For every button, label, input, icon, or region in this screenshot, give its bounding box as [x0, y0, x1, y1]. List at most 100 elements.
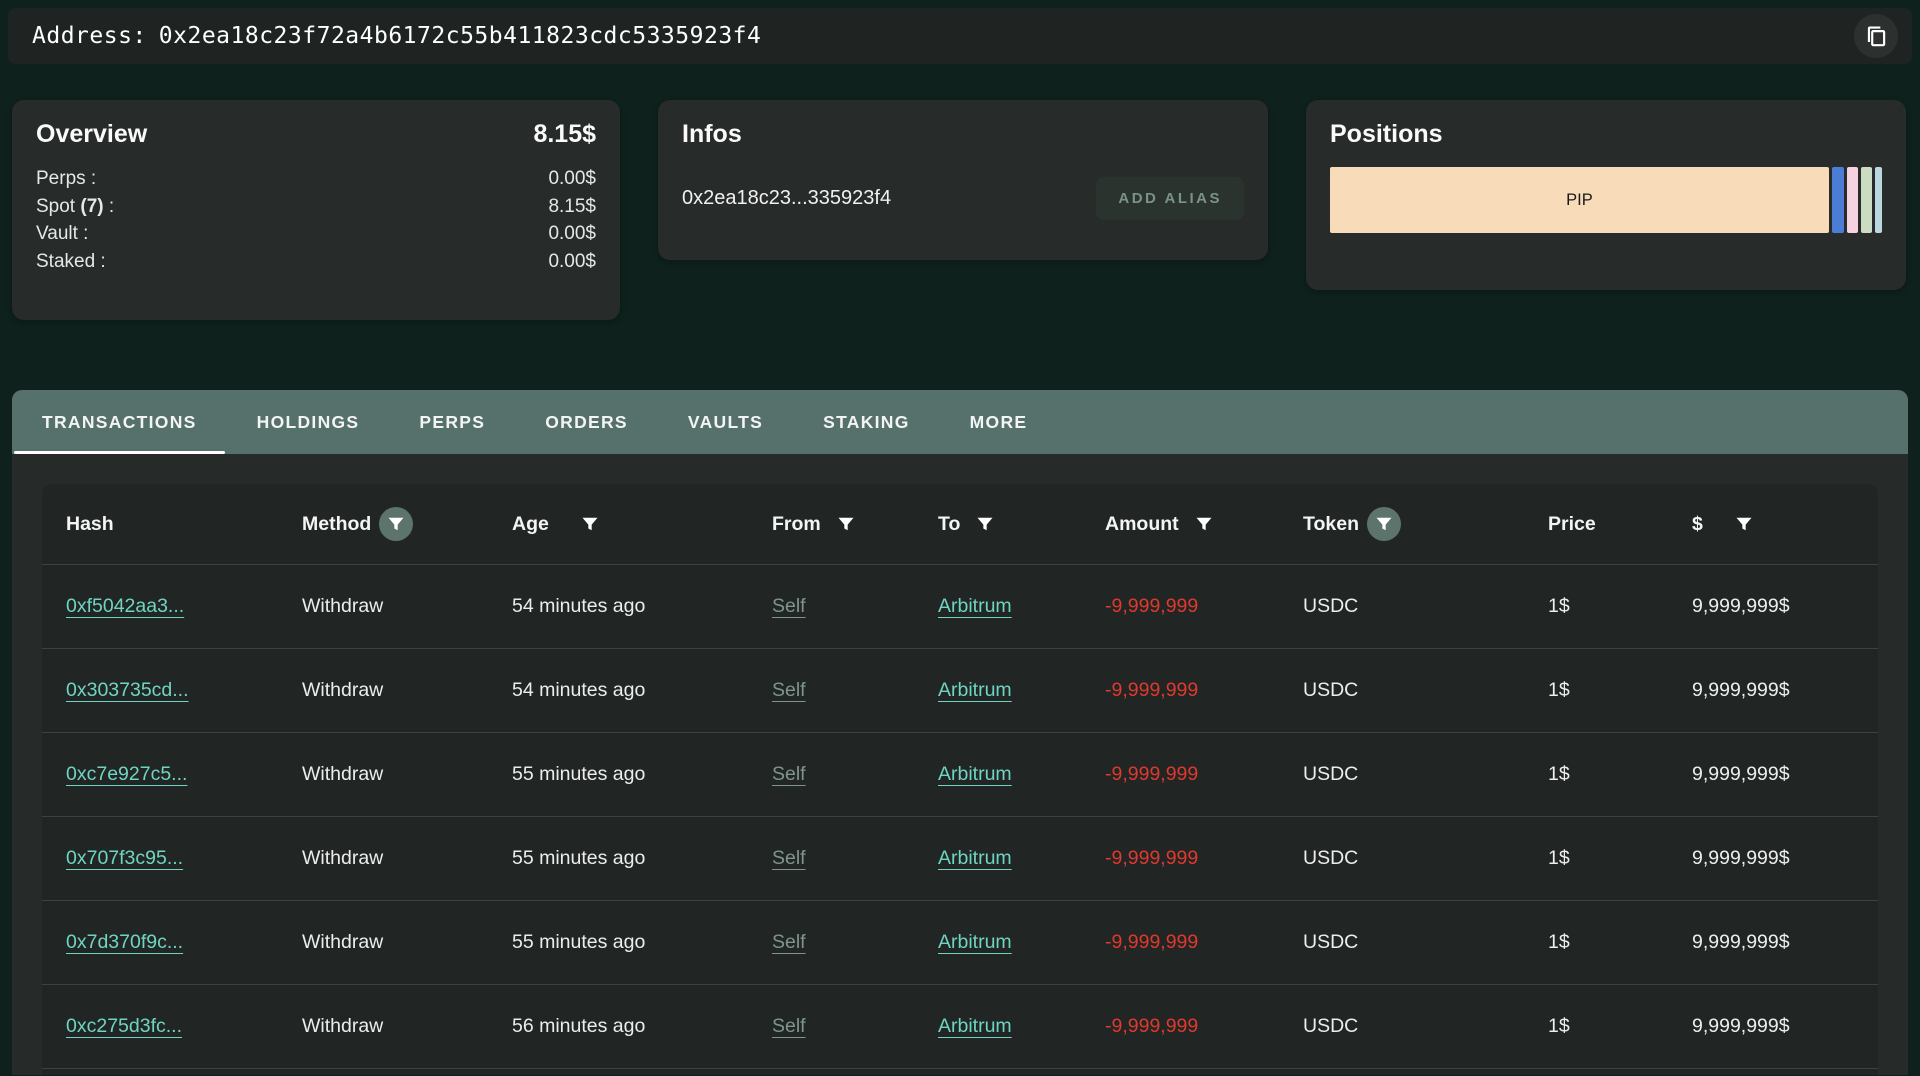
- filter-icon-to[interactable]: [968, 507, 1002, 541]
- hash-link[interactable]: 0xc275d3fc...: [66, 1015, 182, 1037]
- from-link[interactable]: Self: [772, 931, 806, 953]
- position-segment-segment-2[interactable]: [1832, 167, 1844, 233]
- table-row: 0xc275d3fc... Withdraw 56 minutes ago Se…: [42, 984, 1878, 1068]
- table-row: 0xc7e927c5... Withdraw 55 minutes ago Se…: [42, 732, 1878, 816]
- summary-cards: Overview 8.15$ Perps : 0.00$ Spot (7) : …: [12, 100, 1908, 320]
- from-link[interactable]: Self: [772, 595, 806, 617]
- hash-link[interactable]: 0x707f3c95...: [66, 847, 183, 869]
- method-cell: Withdraw: [302, 931, 512, 954]
- filter-icon-token[interactable]: [1367, 507, 1401, 541]
- hash-link[interactable]: 0xf5042aa3...: [66, 595, 184, 617]
- to-link[interactable]: Arbitrum: [938, 931, 1012, 953]
- overview-row: Vault : 0.00$: [36, 220, 596, 248]
- age-cell: 55 minutes ago: [512, 847, 772, 870]
- overview-row-label: Vault :: [36, 220, 88, 248]
- col-age: Age: [512, 507, 772, 541]
- add-alias-button[interactable]: ADD ALIAS: [1096, 177, 1244, 220]
- col-amount: Amount: [1105, 507, 1303, 541]
- token-cell: USDC: [1303, 1015, 1548, 1038]
- infos-title: Infos: [682, 120, 1244, 149]
- token-cell: USDC: [1303, 595, 1548, 618]
- method-cell: Withdraw: [302, 847, 512, 870]
- positions-title: Positions: [1330, 120, 1882, 149]
- usd-cell: 9,999,999$: [1692, 763, 1854, 786]
- col-method: Method: [302, 507, 512, 541]
- price-cell: 1$: [1548, 847, 1692, 870]
- tab-item[interactable]: MORE: [940, 390, 1058, 454]
- token-cell: USDC: [1303, 679, 1548, 702]
- tab-item[interactable]: ORDERS: [515, 390, 658, 454]
- from-link[interactable]: Self: [772, 847, 806, 869]
- col-from: From: [772, 507, 938, 541]
- overview-total: 8.15$: [533, 120, 596, 149]
- age-cell: 54 minutes ago: [512, 679, 772, 702]
- usd-cell: 9,999,999$: [1692, 847, 1854, 870]
- address-bar: Address: 0x2ea18c23f72a4b6172c55b411823c…: [8, 8, 1912, 64]
- col-token: Token: [1303, 507, 1548, 541]
- table-body: 0xf5042aa3... Withdraw 54 minutes ago Se…: [42, 564, 1878, 1068]
- overview-row: Spot (7) : 8.15$: [36, 193, 596, 221]
- from-link[interactable]: Self: [772, 1015, 806, 1037]
- transactions-table: Hash Method Age From To Amount Token Pri…: [42, 484, 1878, 1075]
- filter-icon-age[interactable]: [573, 507, 607, 541]
- overview-rows: Perps : 0.00$ Spot (7) : 8.15$ Vault : 0…: [36, 165, 596, 275]
- infos-address: 0x2ea18c23...335923f4: [682, 187, 891, 210]
- token-cell: USDC: [1303, 763, 1548, 786]
- position-segment-segment-5[interactable]: [1875, 167, 1882, 233]
- col-usd: $: [1692, 507, 1854, 541]
- filter-icon-method[interactable]: [379, 507, 413, 541]
- method-cell: Withdraw: [302, 1015, 512, 1038]
- hash-link[interactable]: 0xc7e927c5...: [66, 763, 187, 785]
- usd-cell: 9,999,999$: [1692, 931, 1854, 954]
- amount-cell: -9,999,999: [1105, 595, 1303, 618]
- amount-cell: -9,999,999: [1105, 763, 1303, 786]
- copy-address-button[interactable]: [1854, 14, 1898, 58]
- tab-item[interactable]: VAULTS: [658, 390, 793, 454]
- method-cell: Withdraw: [302, 595, 512, 618]
- overview-row-label: Spot (7) :: [36, 193, 114, 221]
- token-cell: USDC: [1303, 931, 1548, 954]
- to-link[interactable]: Arbitrum: [938, 679, 1012, 701]
- table-header: Hash Method Age From To Amount Token Pri…: [42, 484, 1878, 564]
- to-link[interactable]: Arbitrum: [938, 847, 1012, 869]
- col-hash: Hash: [66, 513, 302, 536]
- overview-row-value: 8.15$: [548, 193, 596, 221]
- from-link[interactable]: Self: [772, 679, 806, 701]
- from-link[interactable]: Self: [772, 763, 806, 785]
- address-value: 0x2ea18c23f72a4b6172c55b411823cdc5335923…: [159, 23, 762, 49]
- amount-cell: -9,999,999: [1105, 679, 1303, 702]
- price-cell: 1$: [1548, 679, 1692, 702]
- overview-row-value: 0.00$: [548, 220, 596, 248]
- overview-row-label: Staked :: [36, 248, 106, 276]
- overview-row: Perps : 0.00$: [36, 165, 596, 193]
- position-segment-segment-3[interactable]: [1847, 167, 1858, 233]
- tab-item[interactable]: PERPS: [389, 390, 515, 454]
- tab-bar: TRANSACTIONS HOLDINGS PERPS ORDERS VAULT…: [12, 390, 1908, 454]
- tab-item[interactable]: TRANSACTIONS: [12, 390, 227, 454]
- content-panel: Hash Method Age From To Amount Token Pri…: [12, 454, 1908, 1075]
- position-segment-pip[interactable]: PIP: [1330, 167, 1829, 233]
- filter-icon-amount[interactable]: [1187, 507, 1221, 541]
- age-cell: 56 minutes ago: [512, 1015, 772, 1038]
- filter-icon-usd[interactable]: [1727, 507, 1761, 541]
- overview-row-value: 0.00$: [548, 248, 596, 276]
- col-to: To: [938, 507, 1105, 541]
- to-link[interactable]: Arbitrum: [938, 595, 1012, 617]
- price-cell: 1$: [1548, 1015, 1692, 1038]
- table-row: 0x7d370f9c... Withdraw 55 minutes ago Se…: [42, 900, 1878, 984]
- tab-item[interactable]: STAKING: [793, 390, 940, 454]
- position-segment-segment-4[interactable]: [1861, 167, 1872, 233]
- table-row: 0x303735cd... Withdraw 54 minutes ago Se…: [42, 648, 1878, 732]
- filter-icon-from[interactable]: [829, 507, 863, 541]
- to-link[interactable]: Arbitrum: [938, 1015, 1012, 1037]
- age-cell: 54 minutes ago: [512, 595, 772, 618]
- to-link[interactable]: Arbitrum: [938, 763, 1012, 785]
- overview-row: Staked : 0.00$: [36, 248, 596, 276]
- age-cell: 55 minutes ago: [512, 931, 772, 954]
- hash-link[interactable]: 0x7d370f9c...: [66, 931, 183, 953]
- token-cell: USDC: [1303, 847, 1548, 870]
- usd-cell: 9,999,999$: [1692, 679, 1854, 702]
- hash-link[interactable]: 0x303735cd...: [66, 679, 189, 701]
- tab-item[interactable]: HOLDINGS: [227, 390, 390, 454]
- overview-card: Overview 8.15$ Perps : 0.00$ Spot (7) : …: [12, 100, 620, 320]
